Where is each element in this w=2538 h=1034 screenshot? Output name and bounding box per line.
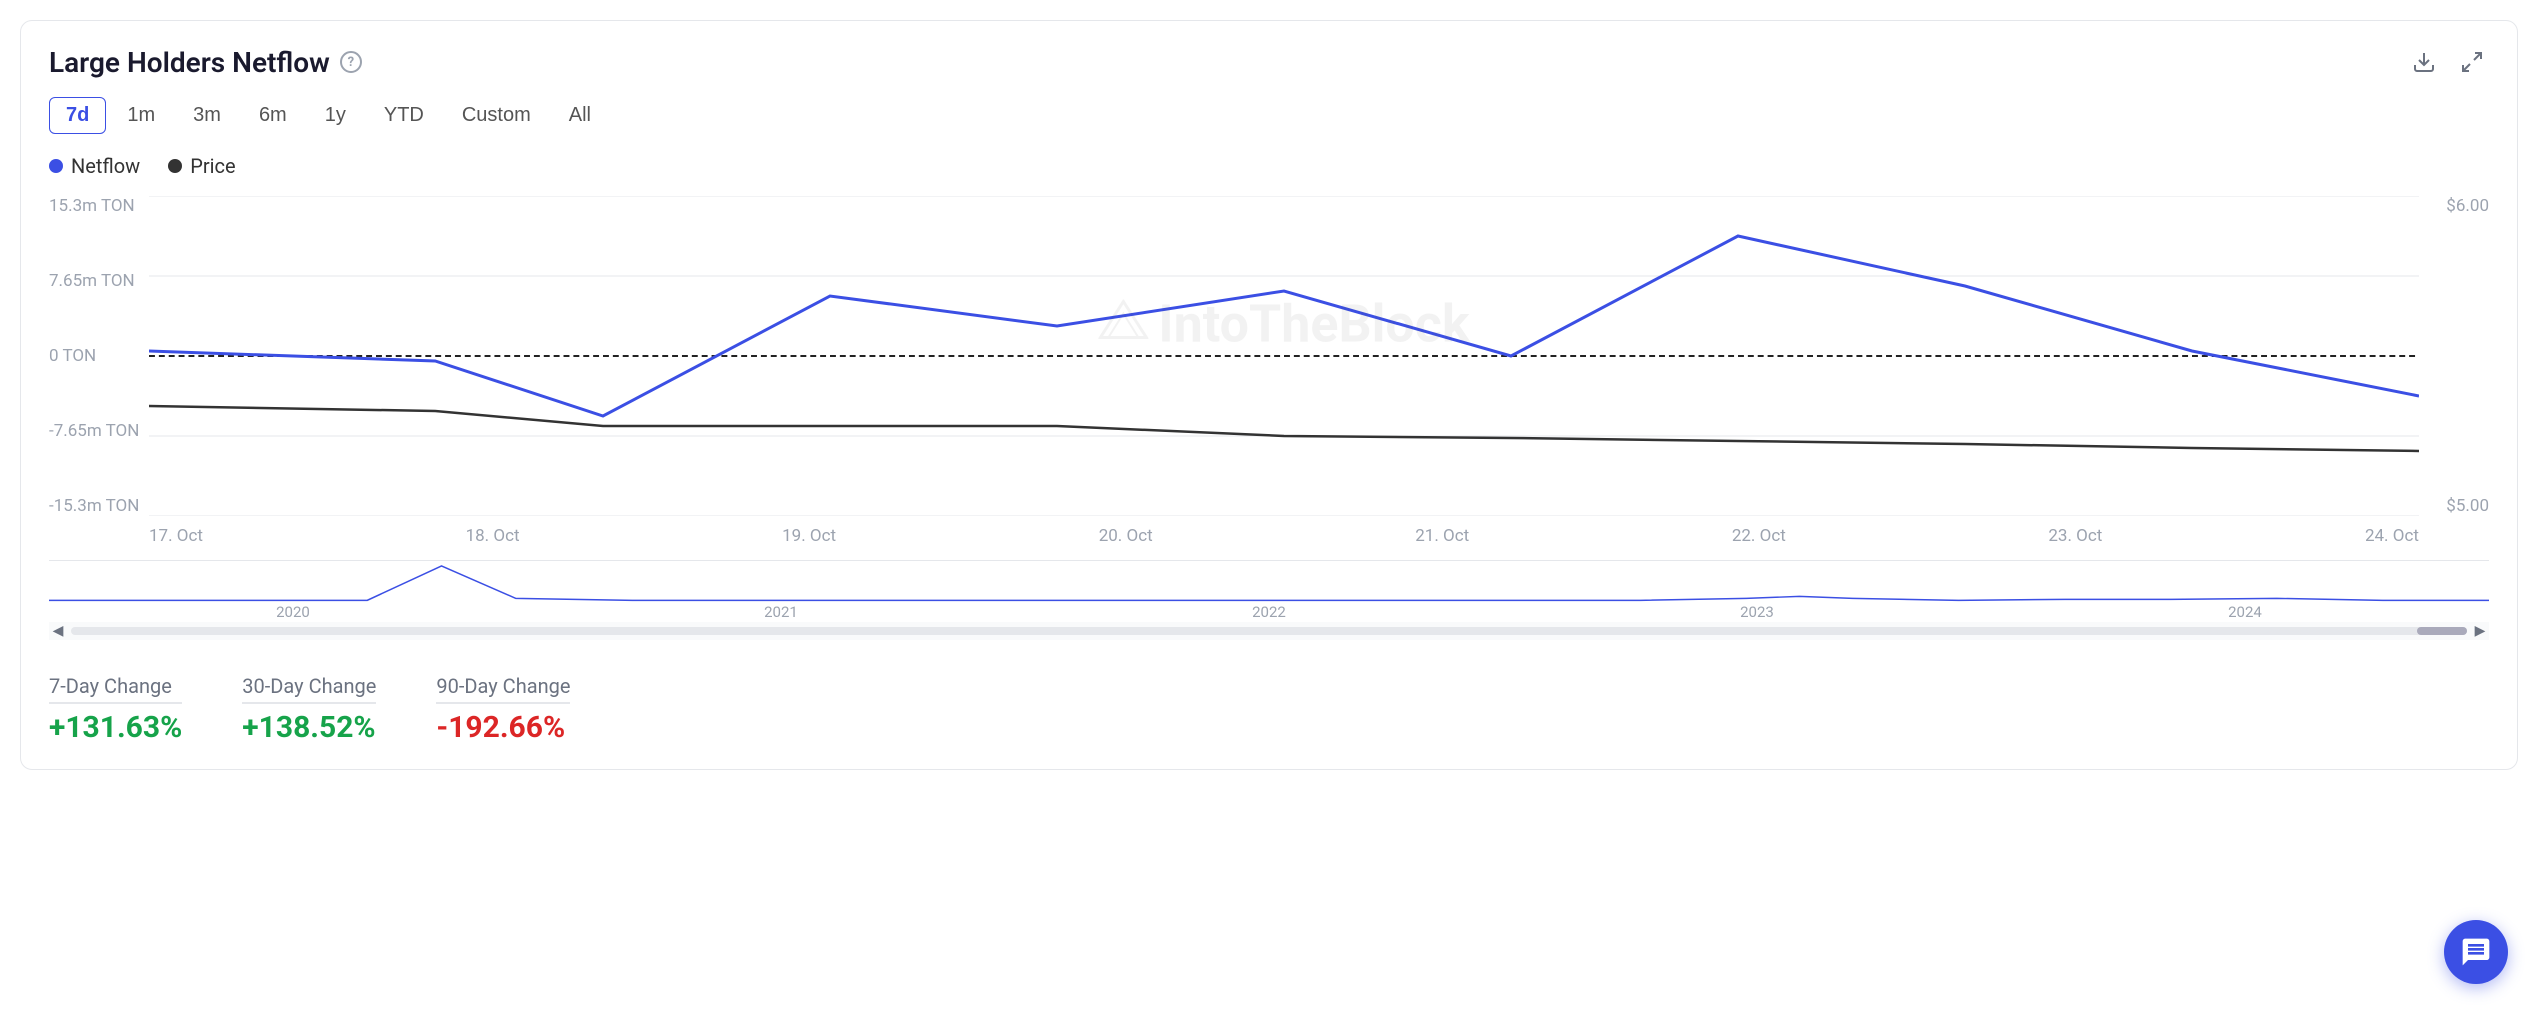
chat-button[interactable] xyxy=(2444,920,2508,984)
x-label-5: 22. Oct xyxy=(1732,526,1786,546)
main-chart: 15.3m TON 7.65m TON 0 TON -7.65m TON -15… xyxy=(49,196,2489,556)
help-icon[interactable]: ? xyxy=(340,51,362,73)
filter-all[interactable]: All xyxy=(552,97,608,134)
x-label-0: 17. Oct xyxy=(149,526,203,546)
x-label-7: 24. Oct xyxy=(2365,526,2419,546)
filter-1y[interactable]: 1y xyxy=(308,97,363,134)
mini-chart: ◀ ▶ 2020 2021 2022 2023 2024 xyxy=(49,560,2489,640)
header-actions xyxy=(2407,45,2489,79)
stat-30day: 30-Day Change +138.52% xyxy=(242,674,376,745)
mini-x-axis: 2020 2021 2022 2023 2024 xyxy=(49,603,2489,621)
filter-6m[interactable]: 6m xyxy=(242,97,304,134)
mini-x-2023: 2023 xyxy=(1740,603,1774,621)
stat-7day-label: 7-Day Change xyxy=(49,674,182,704)
y-label-1: 7.65m TON xyxy=(49,271,149,291)
y-label-0: 15.3m TON xyxy=(49,196,149,216)
y-label-2: 0 TON xyxy=(49,346,149,366)
netflow-label: Netflow xyxy=(71,154,140,178)
y-right-4: $5.00 xyxy=(2446,496,2489,516)
legend-price: Price xyxy=(168,154,235,178)
chart-wrapper: 15.3m TON 7.65m TON 0 TON -7.65m TON -15… xyxy=(49,196,2489,640)
expand-button[interactable] xyxy=(2455,45,2489,79)
y-label-4: -15.3m TON xyxy=(49,496,149,516)
y-axis-left: 15.3m TON 7.65m TON 0 TON -7.65m TON -15… xyxy=(49,196,149,516)
mini-x-2020: 2020 xyxy=(276,603,310,621)
filter-7d[interactable]: 7d xyxy=(49,97,106,134)
price-dot xyxy=(168,159,182,173)
y-label-3: -7.65m TON xyxy=(49,421,149,441)
netflow-dot xyxy=(49,159,63,173)
download-button[interactable] xyxy=(2407,45,2441,79)
x-label-2: 19. Oct xyxy=(782,526,836,546)
scrollbar-container: ◀ ▶ xyxy=(49,622,2489,640)
filter-ytd[interactable]: YTD xyxy=(367,97,441,134)
stat-30day-value: +138.52% xyxy=(242,710,376,745)
mini-x-2021: 2021 xyxy=(764,603,798,621)
stat-90day: 90-Day Change -192.66% xyxy=(436,674,570,745)
chart-svg-area: IntoTheBlock xyxy=(149,196,2419,516)
scroll-left[interactable]: ◀ xyxy=(49,622,67,640)
legend-netflow: Netflow xyxy=(49,154,140,178)
stats-section: 7-Day Change +131.63% 30-Day Change +138… xyxy=(49,664,2489,745)
y-right-0: $6.00 xyxy=(2446,196,2489,216)
main-svg xyxy=(149,196,2419,516)
mini-x-2022: 2022 xyxy=(1252,603,1286,621)
stat-30day-label: 30-Day Change xyxy=(242,674,376,704)
x-axis: 17. Oct 18. Oct 19. Oct 20. Oct 21. Oct … xyxy=(149,516,2419,556)
stat-90day-label: 90-Day Change xyxy=(436,674,570,704)
card-header: Large Holders Netflow ? xyxy=(49,45,2489,79)
scroll-right[interactable]: ▶ xyxy=(2471,622,2489,640)
main-card: Large Holders Netflow ? xyxy=(20,20,2518,770)
price-label: Price xyxy=(190,154,235,178)
x-label-6: 23. Oct xyxy=(2048,526,2102,546)
time-filter-bar: 7d 1m 3m 6m 1y YTD Custom All xyxy=(49,97,2489,134)
page-title: Large Holders Netflow xyxy=(49,46,330,79)
x-label-1: 18. Oct xyxy=(466,526,520,546)
x-label-4: 21. Oct xyxy=(1415,526,1469,546)
chart-legend: Netflow Price xyxy=(49,154,2489,178)
filter-custom[interactable]: Custom xyxy=(445,97,548,134)
scrollbar-track[interactable] xyxy=(71,627,2467,635)
scrollbar-thumb[interactable] xyxy=(2417,627,2467,635)
filter-1m[interactable]: 1m xyxy=(110,97,172,134)
stat-7day-value: +131.63% xyxy=(49,710,182,745)
title-group: Large Holders Netflow ? xyxy=(49,46,362,79)
y-axis-right: $6.00 $5.00 xyxy=(2419,196,2489,516)
mini-x-2024: 2024 xyxy=(2228,603,2262,621)
filter-3m[interactable]: 3m xyxy=(176,97,238,134)
x-label-3: 20. Oct xyxy=(1099,526,1153,546)
stat-90day-value: -192.66% xyxy=(436,710,570,745)
stat-7day: 7-Day Change +131.63% xyxy=(49,674,182,745)
